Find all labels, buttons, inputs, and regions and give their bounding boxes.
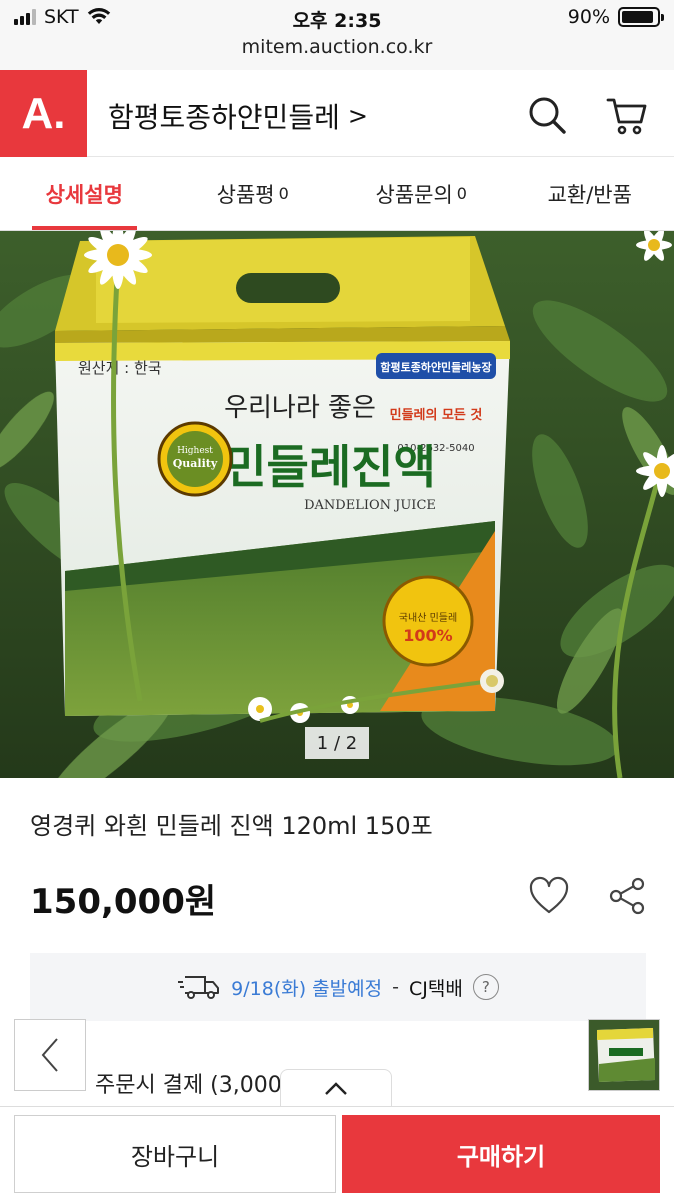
store-link[interactable]: 함평토종하얀민들레 > — [108, 96, 368, 136]
chevron-right-icon: > — [347, 102, 368, 130]
chevron-up-icon — [325, 1081, 347, 1095]
shipping-carrier: CJ택배 — [408, 977, 463, 1000]
box-tagline: 민들레의 모든 것 — [390, 407, 483, 423]
store-name: 함평토종하얀민들레 — [108, 101, 340, 134]
product-tabs: 상세설명 상품평 0 상품문의 0 교환/반품 — [0, 157, 674, 231]
tab-label: 교환/반품 — [547, 182, 632, 207]
quality-badge-bottom: Quality — [173, 457, 218, 470]
scroll-top-button[interactable] — [280, 1069, 392, 1107]
search-icon[interactable] — [524, 92, 570, 138]
status-right: 90% — [567, 6, 664, 28]
shipping-date: 9/18(화) 출발예정 — [231, 977, 383, 1000]
shipping-separator: - — [392, 976, 399, 998]
buy-now-button[interactable]: 구매하기 — [342, 1115, 660, 1193]
box-brand-line: 우리나라 좋은 — [224, 393, 376, 423]
quality-badge-top: Highest — [177, 446, 213, 456]
recent-item-thumbnail[interactable] — [588, 1019, 660, 1091]
battery-icon — [618, 7, 664, 27]
site-header: A. 함평토종하얀민들레 > — [0, 70, 674, 157]
box-product-name: 민들레진액 — [224, 440, 436, 494]
tab-detail[interactable]: 상세설명 — [0, 157, 169, 230]
chevron-left-icon — [41, 1038, 58, 1072]
product-image[interactable]: 원산지 : 한국 함평토종하얀민들레농장 민들레의 모든 것 010-2632-… — [0, 231, 674, 778]
product-photo: 원산지 : 한국 함평토종하얀민들레농장 민들레의 모든 것 010-2632-… — [0, 231, 674, 778]
back-button[interactable] — [14, 1019, 86, 1091]
purchase-bar: 장바구니 구매하기 — [0, 1106, 674, 1200]
tab-reviews[interactable]: 상품평 0 — [169, 157, 338, 230]
box-origin-text: 원산지 : 한국 — [78, 359, 162, 377]
tab-label: 상세설명 — [45, 182, 123, 207]
address-bar-url[interactable]: mitem.auction.co.kr — [0, 36, 674, 58]
tab-count: 0 — [278, 184, 289, 203]
tab-count: 0 — [456, 184, 467, 203]
tab-label: 상품평 — [216, 182, 275, 207]
box-farm-name: 함평토종하얀민들레농장 — [380, 360, 491, 374]
shipping-info: 9/18(화) 출발예정 - CJ택배 ? — [30, 953, 646, 1021]
shipping-fee-text: 주문시 결제 (3,000원) — [95, 1073, 295, 1098]
fast-truck-icon — [178, 976, 220, 999]
badge-100-caption: 국내산 민들레 — [399, 612, 457, 624]
tab-questions[interactable]: 상품문의 0 — [337, 157, 506, 230]
product-title: 영경퀴 와흰 민들레 진액 120ml 150포 — [30, 812, 433, 840]
badge-100: 100% — [403, 626, 452, 645]
box-english-name: DANDELION JUICE — [304, 498, 436, 513]
battery-percent: 90% — [567, 6, 610, 28]
tab-exchange-return[interactable]: 교환/반품 — [506, 157, 674, 230]
help-icon[interactable]: ? — [472, 974, 499, 1000]
cart-icon[interactable] — [604, 92, 650, 138]
heart-icon[interactable] — [528, 876, 570, 916]
thumbnail-image — [589, 1020, 659, 1090]
product-price: 150,000원 — [30, 882, 217, 922]
share-icon[interactable] — [608, 876, 648, 916]
tab-label: 상품문의 — [375, 182, 453, 207]
image-pager: 1 / 2 — [305, 727, 369, 759]
add-to-cart-button[interactable]: 장바구니 — [14, 1115, 336, 1193]
auction-logo[interactable]: A. — [0, 70, 87, 157]
status-bar: SKT 오후 2:35 90% mitem.auction.co.kr — [0, 0, 674, 70]
